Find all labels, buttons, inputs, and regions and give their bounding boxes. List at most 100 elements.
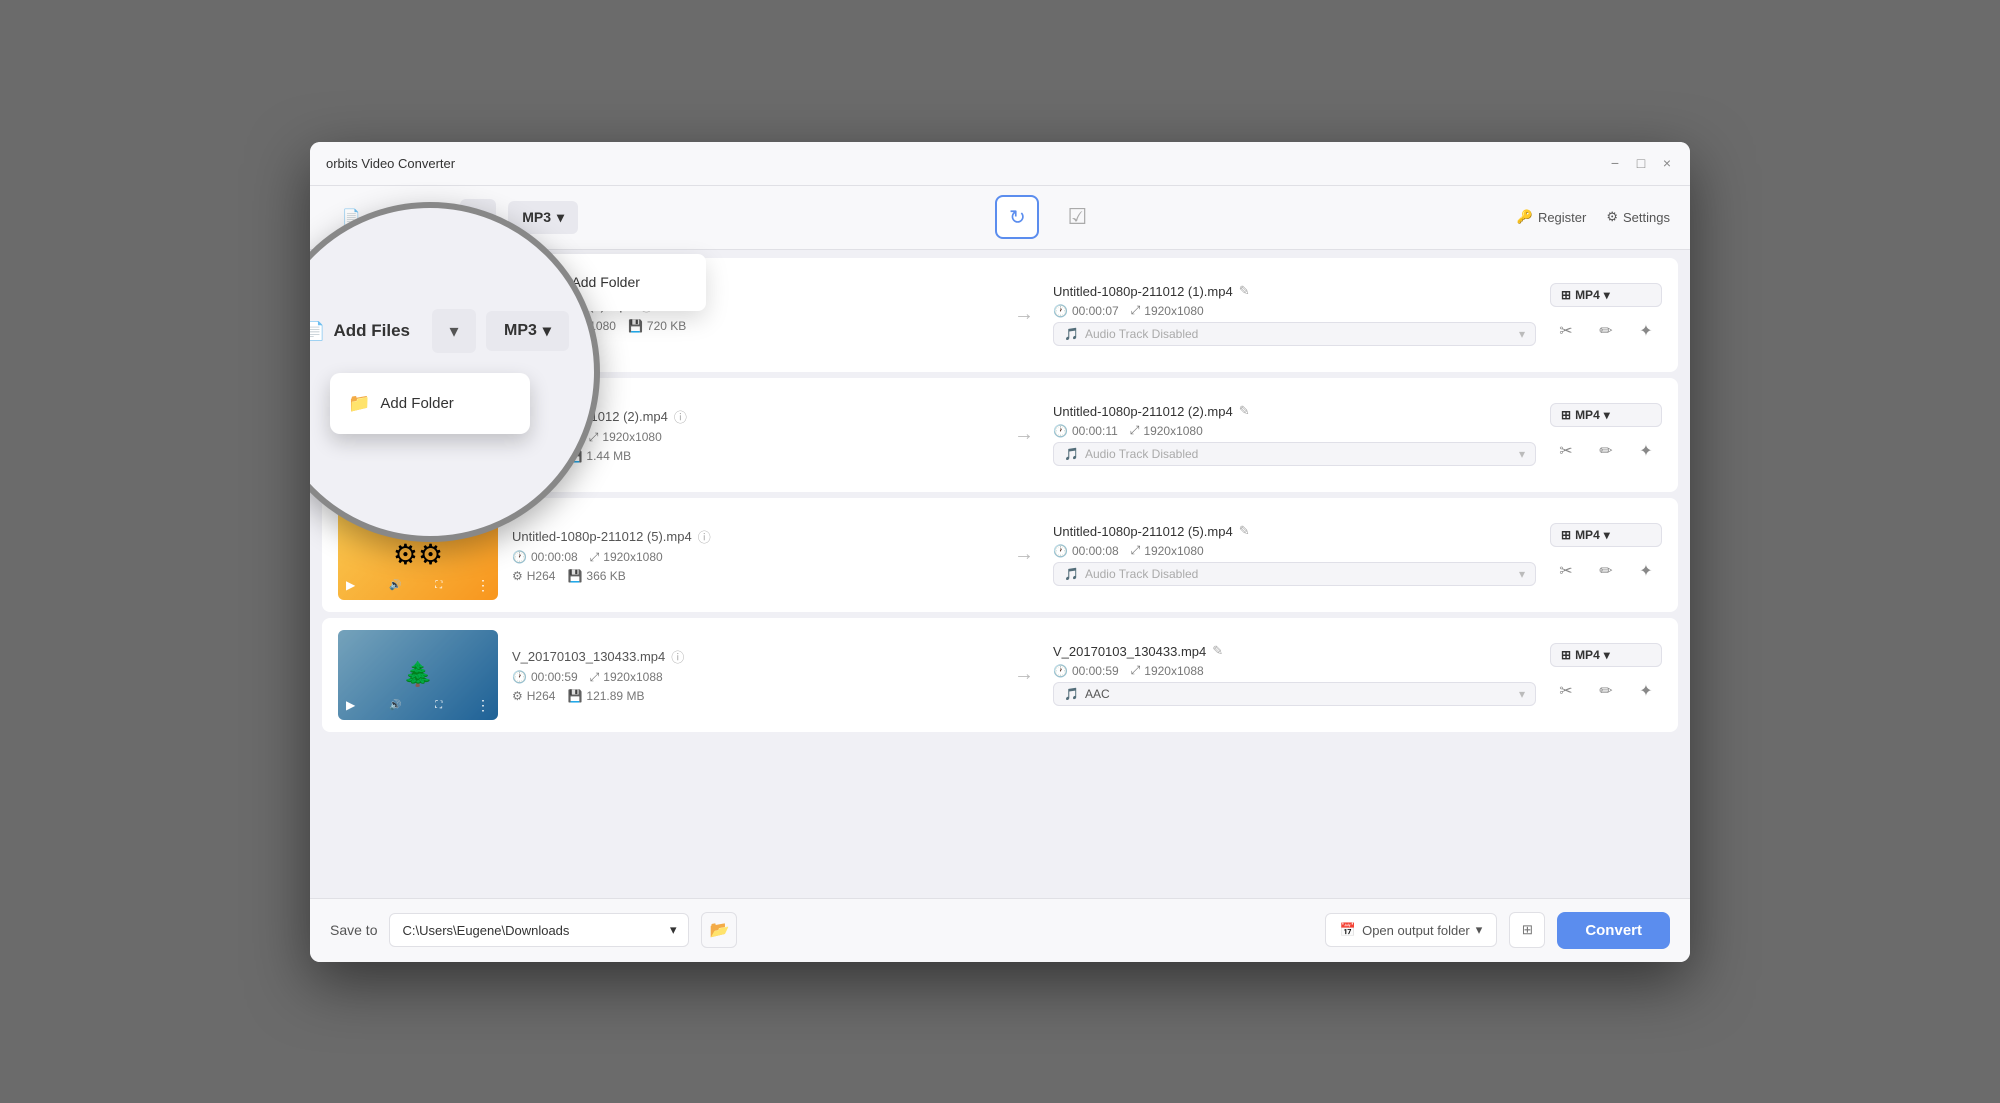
audio-track-label-4: AAC xyxy=(1085,687,1110,701)
format-badge-4[interactable]: ⊞ MP4 ▾ xyxy=(1550,643,1662,667)
wand-btn-2[interactable]: ✦ xyxy=(1630,435,1662,467)
format-label-3: MP4 xyxy=(1575,528,1600,542)
fullscreen-icon-3[interactable]: ⛶ xyxy=(435,580,442,591)
clock-icon-4: 🕐 xyxy=(512,670,527,684)
format-badge-1[interactable]: ⊞ MP4 ▾ xyxy=(1550,283,1662,307)
add-files-button-magnified[interactable]: 📄 Add Files xyxy=(310,313,422,350)
audio-track-label-3: Audio Track Disabled xyxy=(1085,567,1198,581)
scissors-btn-4[interactable]: ✂ xyxy=(1550,675,1582,707)
output-info-2: Untitled-1080p-211012 (2).mp4 ✎ 🕐 00:00:… xyxy=(1053,403,1536,466)
input-filename-3: Untitled-1080p-211012 (5).mp4 xyxy=(512,529,692,544)
audio-chevron-3: ▾ xyxy=(1519,567,1525,581)
edit-icon-1[interactable]: ✎ xyxy=(1239,283,1250,299)
action-row-3: ✂ ✏ ✦ xyxy=(1550,555,1662,587)
format-chevron-2: ▾ xyxy=(1604,408,1610,422)
audio-dropdown-4[interactable]: 🎵 AAC ▾ xyxy=(1053,682,1536,706)
play-icon-3[interactable]: ▶ xyxy=(346,578,355,592)
add-folder-icon-magnified: 📁 xyxy=(348,393,370,414)
volume-icon-3[interactable]: 🔊 xyxy=(389,580,401,591)
disk-icon-3: 💾 xyxy=(567,569,582,583)
clock-icon-3: 🕐 xyxy=(512,550,527,564)
codec-icon-3: ⚙ xyxy=(512,569,523,583)
register-button[interactable]: 🔑 Register xyxy=(1517,209,1587,225)
title-bar: orbits Video Converter − □ × xyxy=(310,142,1690,186)
disk-icon-4: 💾 xyxy=(567,689,582,703)
output-resize-icon-4: ⤢ xyxy=(1131,663,1141,678)
arrow-2: → xyxy=(1009,423,1039,446)
info-icon-2[interactable]: ⓘ xyxy=(674,407,687,426)
output-clock-icon-2: 🕐 xyxy=(1053,424,1068,438)
volume-icon-4[interactable]: 🔊 xyxy=(389,700,401,711)
audio-chevron-2: ▾ xyxy=(1519,447,1525,461)
edit-icon-4[interactable]: ✎ xyxy=(1212,643,1223,659)
scissors-btn-2[interactable]: ✂ xyxy=(1550,435,1582,467)
output-resolution-3: ⤢ 1920x1080 xyxy=(1131,543,1204,558)
wand-btn-4[interactable]: ✦ xyxy=(1630,675,1662,707)
format-label-1: MP4 xyxy=(1575,288,1600,302)
more-icon-4[interactable]: ⋮ xyxy=(476,697,490,714)
output-info-3: Untitled-1080p-211012 (5).mp4 ✎ 🕐 00:00:… xyxy=(1053,523,1536,586)
grid-view-button[interactable]: ⊞ xyxy=(1509,912,1545,948)
grid-icon-format-3: ⊞ xyxy=(1561,528,1571,542)
resolution-2: ⤢ 1920x1080 xyxy=(589,430,662,445)
mp3-label-magnified: MP3 xyxy=(504,322,537,340)
mp3-chevron-icon: ▾ xyxy=(557,209,564,226)
refresh-icon: ↻ xyxy=(1009,205,1026,230)
save-path-value: C:\Users\Eugene\Downloads xyxy=(402,923,569,938)
output-resolution-1: ⤢ 1920x1080 xyxy=(1131,303,1204,318)
edit-btn-4[interactable]: ✏ xyxy=(1590,675,1622,707)
resize-icon-2: ⤢ xyxy=(589,430,599,445)
edit-btn-2[interactable]: ✏ xyxy=(1590,435,1622,467)
save-path-input[interactable]: C:\Users\Eugene\Downloads ▾ xyxy=(389,913,689,947)
add-folder-item-magnified[interactable]: 📁 Add Folder xyxy=(330,381,530,426)
path-chevron-icon: ▾ xyxy=(670,922,677,938)
scissors-btn-3[interactable]: ✂ xyxy=(1550,555,1582,587)
output-filename-3: Untitled-1080p-211012 (5).mp4 xyxy=(1053,524,1233,539)
format-chevron-1: ▾ xyxy=(1604,288,1610,302)
file-item: 🌲 ▶ 🔊 ⛶ ⋮ V_20170103_130433.mp4 ⓘ 🕐 xyxy=(322,618,1678,732)
gear-icon: ⚙ xyxy=(1606,209,1618,225)
format-badge-3[interactable]: ⊞ MP4 ▾ xyxy=(1550,523,1662,547)
edit-icon-2[interactable]: ✎ xyxy=(1239,403,1250,419)
wand-btn-1[interactable]: ✦ xyxy=(1630,315,1662,347)
calendar-icon: 📅 xyxy=(1340,922,1356,938)
output-duration-4: 🕐 00:00:59 xyxy=(1053,663,1119,678)
convert-button[interactable]: Convert xyxy=(1557,912,1670,949)
format-label-4: MP4 xyxy=(1575,648,1600,662)
wand-btn-3[interactable]: ✦ xyxy=(1630,555,1662,587)
output-resize-icon-2: ⤢ xyxy=(1130,423,1140,438)
add-file-icon-magnified: 📄 xyxy=(310,321,325,342)
bottom-right: 📅 Open output folder ▾ ⊞ Convert xyxy=(1325,912,1670,949)
more-icon-3[interactable]: ⋮ xyxy=(476,577,490,594)
edit-btn-3[interactable]: ✏ xyxy=(1590,555,1622,587)
close-button[interactable]: × xyxy=(1660,156,1674,170)
maximize-button[interactable]: □ xyxy=(1634,156,1648,170)
grid-icon: ⊞ xyxy=(1522,922,1533,938)
settings-button[interactable]: ⚙ Settings xyxy=(1606,209,1670,225)
audio-dropdown-3[interactable]: 🎵 Audio Track Disabled ▾ xyxy=(1053,562,1536,586)
edit-icon-3[interactable]: ✎ xyxy=(1239,523,1250,539)
resolution-4: ⤢ 1920x1088 xyxy=(590,670,663,685)
check-button[interactable]: ☑ xyxy=(1055,195,1099,239)
register-label: Register xyxy=(1538,210,1586,225)
dropdown-arrow-button-magnified[interactable]: ▾ xyxy=(432,309,476,353)
open-output-folder-button[interactable]: 📅 Open output folder ▾ xyxy=(1325,913,1497,947)
browse-folder-button[interactable]: 📂 xyxy=(701,912,737,948)
audio-dropdown-2[interactable]: 🎵 Audio Track Disabled ▾ xyxy=(1053,442,1536,466)
info-icon-3[interactable]: ⓘ xyxy=(698,527,711,546)
fullscreen-icon-4[interactable]: ⛶ xyxy=(435,700,442,711)
title-bar-controls: − □ × xyxy=(1608,156,1674,170)
play-icon-4[interactable]: ▶ xyxy=(346,698,355,712)
output-info-4: V_20170103_130433.mp4 ✎ 🕐 00:00:59 ⤢ 192… xyxy=(1053,643,1536,706)
disk-icon-1: 💾 xyxy=(628,319,643,333)
info-icon-4[interactable]: ⓘ xyxy=(671,647,684,666)
codec-3: ⚙ H264 xyxy=(512,569,555,583)
edit-btn-1[interactable]: ✏ xyxy=(1590,315,1622,347)
resize-icon-4: ⤢ xyxy=(590,670,600,685)
minimize-button[interactable]: − xyxy=(1608,156,1622,170)
refresh-button[interactable]: ↻ xyxy=(995,195,1039,239)
scissors-btn-1[interactable]: ✂ xyxy=(1550,315,1582,347)
format-badge-2[interactable]: ⊞ MP4 ▾ xyxy=(1550,403,1662,427)
audio-dropdown-1[interactable]: 🎵 Audio Track Disabled ▾ xyxy=(1053,322,1536,346)
mp3-button-magnified[interactable]: MP3 ▾ xyxy=(486,311,569,351)
